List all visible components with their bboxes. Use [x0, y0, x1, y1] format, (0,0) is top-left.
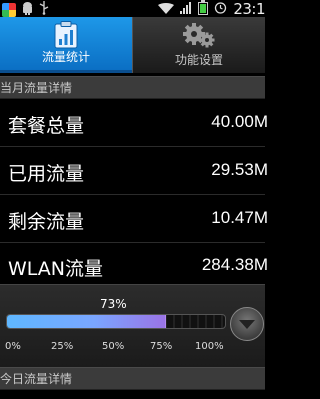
- today-section-header: 今日流量详情: [0, 367, 265, 390]
- alarm-icon: [214, 0, 227, 18]
- row-label: WLAN流量: [8, 258, 104, 280]
- tab-bar: 流量统计 功能设置: [0, 17, 265, 73]
- row-label: 已用流量: [8, 163, 85, 185]
- monthly-section-header: 当月流量详情: [0, 76, 265, 99]
- row-value: 40.00M: [211, 112, 268, 131]
- usage-progress-panel: 73% 0% 25% 50% 75% 100%: [0, 284, 265, 367]
- tab-traffic-stats[interactable]: 流量统计: [0, 17, 132, 73]
- row-value: 10.47M: [211, 208, 268, 227]
- signal-icon: [180, 0, 192, 18]
- usage-percent: 73%: [100, 297, 127, 311]
- row-label: 套餐总量: [8, 115, 85, 137]
- list-item-remaining-traffic[interactable]: 剩余流量 10.47M: [0, 196, 268, 243]
- scale-tick: 25%: [51, 341, 74, 352]
- list-item-used-traffic[interactable]: 已用流量 29.53M: [0, 148, 268, 195]
- tab-settings[interactable]: 功能设置: [132, 17, 265, 73]
- list-item-package-total[interactable]: 套餐总量 40.00M: [0, 100, 268, 147]
- battery-icon: [198, 0, 209, 15]
- chevron-down-icon: [239, 320, 255, 329]
- row-value: 29.53M: [211, 160, 268, 179]
- row-label: 剩余流量: [8, 211, 85, 233]
- tab-label: 功能设置: [174, 53, 223, 67]
- app-badge-icon: [2, 3, 16, 17]
- clock: 23:1: [233, 0, 265, 18]
- wifi-icon: [158, 0, 175, 18]
- expand-button[interactable]: [230, 307, 264, 341]
- android-icon: [22, 1, 33, 19]
- bar-chart-icon: [54, 21, 78, 53]
- usage-progress-bar: [6, 314, 226, 329]
- scale-tick: 75%: [150, 341, 173, 352]
- status-bar: 23:1: [0, 0, 265, 19]
- scale-tick: 100%: [195, 341, 224, 352]
- gears-icon: [182, 21, 216, 53]
- usage-progress-fill: [7, 315, 167, 328]
- row-value: 284.38M: [201, 255, 268, 274]
- scale-tick: 0%: [5, 341, 21, 352]
- list-item-wlan-traffic[interactable]: WLAN流量 284.38M: [0, 243, 268, 290]
- scale-tick: 50%: [102, 341, 125, 352]
